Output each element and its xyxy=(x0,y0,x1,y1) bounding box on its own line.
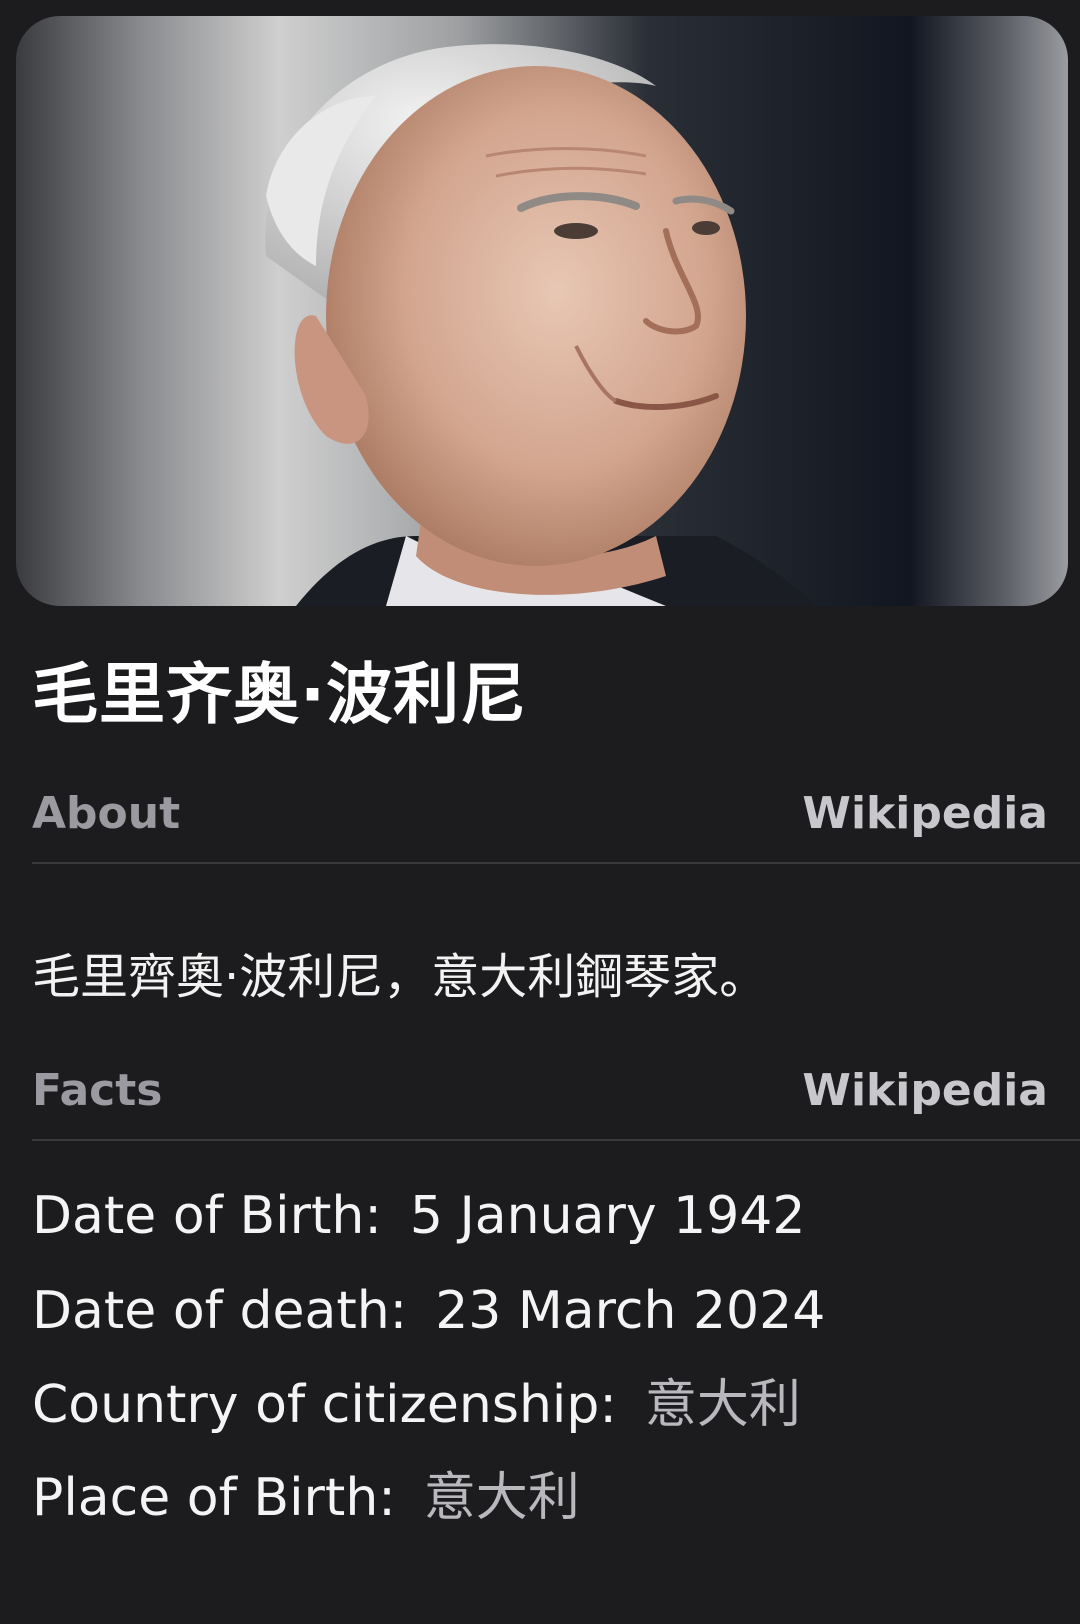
person-name-title: 毛里齐奥·波利尼 xyxy=(32,656,528,733)
fact-key: Date of death: xyxy=(32,1281,408,1341)
facts-section-header: Facts Wikipedia xyxy=(32,1055,1048,1125)
fact-value-link[interactable]: 意大利 xyxy=(424,1468,580,1528)
facts-label: Facts xyxy=(32,1064,163,1116)
fact-key: Date of Birth: xyxy=(32,1186,382,1246)
about-divider xyxy=(32,862,1080,864)
about-section-header: About Wikipedia xyxy=(32,778,1048,848)
facts-source-link[interactable]: Wikipedia xyxy=(802,1065,1048,1116)
portrait-image xyxy=(16,16,1068,606)
fact-row-date-of-birth: Date of Birth: 5 January 1942 xyxy=(32,1184,805,1248)
about-source-link[interactable]: Wikipedia xyxy=(802,788,1048,839)
fact-value-link[interactable]: 意大利 xyxy=(645,1375,801,1435)
fact-value: 5 January 1942 xyxy=(409,1186,806,1246)
facts-divider xyxy=(32,1139,1080,1141)
portrait-photo[interactable] xyxy=(16,16,1068,606)
about-label: About xyxy=(32,787,181,839)
fact-key: Place of Birth: xyxy=(32,1468,396,1528)
fact-row-country-of-citizenship: Country of citizenship: 意大利 xyxy=(32,1373,801,1437)
about-description: 毛里齊奧·波利尼，意大利鋼琴家。 xyxy=(32,949,768,1005)
fact-row-date-of-death: Date of death: 23 March 2024 xyxy=(32,1279,825,1343)
fact-key: Country of citizenship: xyxy=(32,1375,617,1435)
fact-row-place-of-birth: Place of Birth: 意大利 xyxy=(32,1466,580,1530)
fact-value: 23 March 2024 xyxy=(435,1281,826,1341)
